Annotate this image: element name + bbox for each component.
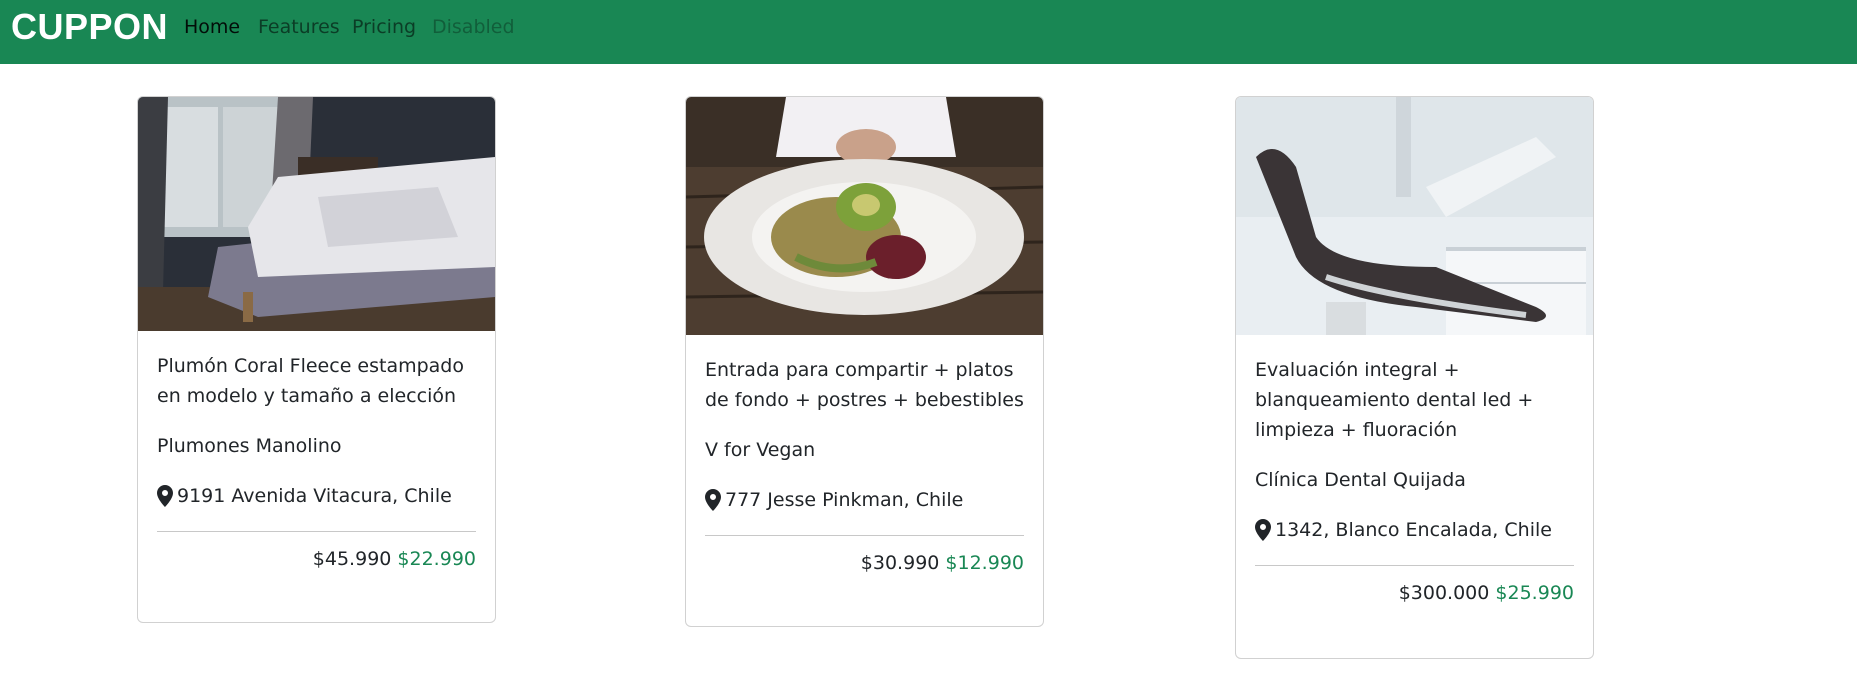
original-price: $45.990 [312, 548, 392, 570]
card-price: $300.000 $25.990 [1255, 578, 1574, 608]
card-address-text: 777 Jesse Pinkman, Chile [725, 489, 964, 511]
card-divider [1255, 565, 1574, 566]
card-vendor: Plumones Manolino [157, 435, 342, 457]
card-address: 9191 Avenida Vitacura, Chile [157, 481, 476, 511]
card-address: 1342, Blanco Encalada, Chile [1255, 515, 1574, 545]
map-pin-icon [1255, 519, 1271, 541]
card-vendor: Clínica Dental Quijada [1255, 469, 1466, 491]
product-card[interactable]: Plumón Coral Fleece estampado en modelo … [137, 96, 496, 623]
card-title: Plumón Coral Fleece estampado en modelo … [157, 355, 464, 407]
card-title: Evaluación integral + blanqueamiento den… [1255, 359, 1534, 441]
card-price: $30.990 $12.990 [705, 548, 1024, 578]
brand-logo[interactable]: CUPPON [11, 6, 168, 48]
card-address-text: 1342, Blanco Encalada, Chile [1275, 519, 1552, 541]
original-price: $30.990 [860, 552, 940, 574]
sale-price: $25.990 [1495, 582, 1574, 604]
product-card[interactable]: Entrada para compartir + platos de fondo… [685, 96, 1044, 627]
card-divider [705, 535, 1024, 536]
nav-link-disabled: Disabled [432, 16, 515, 38]
sale-price: $22.990 [397, 548, 476, 570]
map-pin-icon [157, 485, 173, 507]
nav-link-features[interactable]: Features [258, 16, 340, 38]
sale-price: $12.990 [945, 552, 1024, 574]
product-card[interactable]: Evaluación integral + blanqueamiento den… [1235, 96, 1594, 659]
card-address-text: 9191 Avenida Vitacura, Chile [177, 485, 452, 507]
card-image-dental [1236, 97, 1593, 335]
card-address: 777 Jesse Pinkman, Chile [705, 485, 1024, 515]
card-title: Entrada para compartir + platos de fondo… [705, 359, 1024, 411]
card-price: $45.990 $22.990 [157, 544, 476, 574]
card-image-bedroom [138, 97, 495, 331]
original-price: $300.000 [1398, 582, 1490, 604]
card-image-salad [686, 97, 1043, 335]
nav-link-pricing[interactable]: Pricing [352, 16, 416, 38]
navbar: CUPPON Home Features Pricing Disabled [0, 0, 1857, 64]
nav-link-home[interactable]: Home [184, 16, 240, 38]
map-pin-icon [705, 489, 721, 511]
card-vendor: V for Vegan [705, 439, 816, 461]
card-divider [157, 531, 476, 532]
